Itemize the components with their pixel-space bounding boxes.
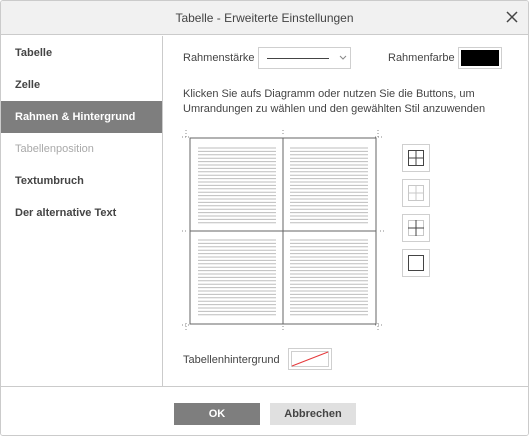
table-background-button[interactable] [288, 348, 332, 370]
dialog-titlebar: Tabelle - Erweiterte Einstellungen [1, 1, 528, 35]
no-fill-swatch-icon [291, 351, 329, 367]
border-diagram[interactable] [182, 130, 384, 332]
outer-borders-icon [408, 255, 424, 271]
inner-borders-button[interactable] [402, 214, 430, 242]
sidebar-item-zelle[interactable]: Zelle [1, 69, 162, 101]
all-borders-icon [408, 150, 424, 166]
advanced-table-settings-dialog: Tabelle - Erweiterte Einstellungen Tabel… [0, 0, 529, 436]
border-color-swatch [461, 50, 499, 66]
outer-borders-button[interactable] [402, 249, 430, 277]
border-width-label: Rahmenstärke [183, 52, 255, 64]
no-borders-button[interactable] [402, 179, 430, 207]
dialog-footer: OK Abbrechen [1, 386, 528, 435]
table-background-label: Tabellenhintergrund [183, 354, 280, 366]
border-width-preview [267, 58, 329, 59]
settings-sidebar: Tabelle Zelle Rahmen & Hintergrund Tabel… [1, 36, 163, 386]
close-icon[interactable] [501, 6, 523, 28]
all-borders-button[interactable] [402, 144, 430, 172]
border-color-label: Rahmenfarbe [388, 52, 455, 64]
sidebar-item-rahmen-hintergrund[interactable]: Rahmen & Hintergrund [1, 101, 162, 133]
sidebar-item-tabelle[interactable]: Tabelle [1, 37, 162, 69]
sidebar-item-textumbruch[interactable]: Textumbruch [1, 165, 162, 197]
dialog-title: Tabelle - Erweiterte Einstellungen [175, 11, 354, 25]
inner-borders-icon [408, 220, 424, 236]
sidebar-item-alternative-text[interactable]: Der alternative Text [1, 197, 162, 229]
ok-button[interactable]: OK [174, 403, 260, 425]
border-hint-text: Klicken Sie aufs Diagramm oder nutzen Si… [183, 88, 486, 115]
border-color-button[interactable] [458, 47, 502, 69]
sidebar-item-tabellenposition: Tabellenposition [15, 143, 94, 155]
border-width-combo[interactable] [258, 47, 351, 69]
chevron-down-icon [339, 55, 347, 60]
cancel-button[interactable]: Abbrechen [270, 403, 356, 425]
borders-background-panel: Rahmenstärke Rahmenfarbe Klicken Sie auf… [164, 36, 528, 386]
no-borders-icon [408, 185, 424, 201]
